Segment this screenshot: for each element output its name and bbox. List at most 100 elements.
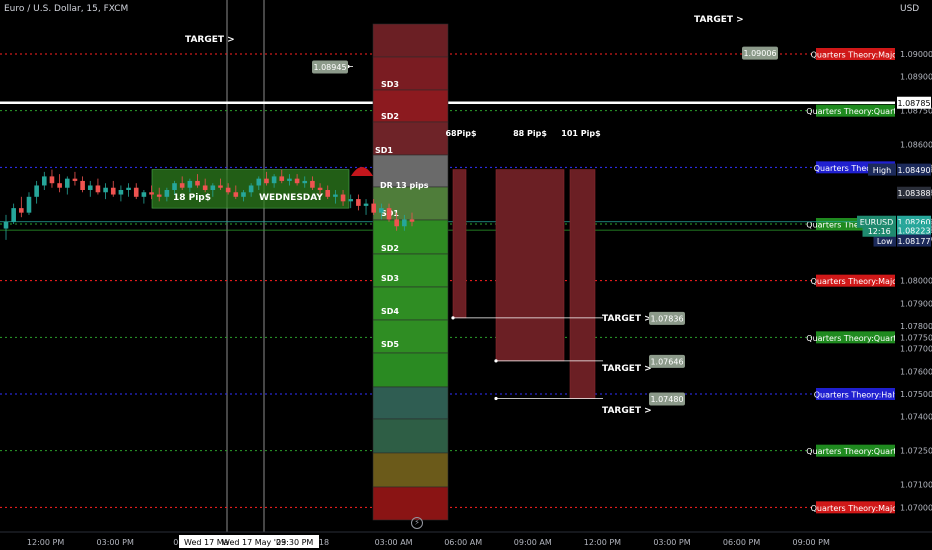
level-label-quarter-text: Quarters Theory:Quarter (806, 107, 905, 116)
candle-body (64, 178, 70, 188)
range-pips-label: 18 Pip$ (173, 193, 211, 203)
candle-body (287, 178, 292, 181)
y-axis-bg (895, 0, 932, 550)
candle-body (172, 183, 177, 190)
x-axis-tick: 12:00 PM (27, 538, 64, 547)
side-label-text: High (873, 166, 891, 175)
x-axis-tick: 12:00 PM (584, 538, 621, 547)
pip-box (495, 169, 565, 362)
target-label: TARGET > (602, 364, 652, 374)
level-label-major-text: Quarters Theory:Major (811, 277, 901, 286)
x-axis-tick: 03:00 PM (97, 538, 134, 547)
candle-body (179, 183, 185, 188)
candle-body (225, 187, 231, 193)
axis-price-label-text: 1.08490 (897, 166, 930, 175)
candle-body (333, 194, 338, 197)
y-axis-tick: 1.07500 (900, 390, 932, 399)
axis-price-label-text: 1.08785 (897, 99, 930, 108)
sd-label: SD3 (381, 274, 399, 283)
y-axis-tick: 1.07100 (900, 481, 932, 490)
sd-zone-band (372, 352, 449, 388)
x-axis-tick: 06:00 AM (444, 538, 482, 547)
candle-body (356, 199, 361, 206)
target-label: TARGET > (602, 406, 652, 416)
y-axis-tick: 1.07800 (900, 322, 932, 331)
x-axis-tick: 03:00 AM (375, 538, 413, 547)
target-label: TARGET > (694, 15, 744, 25)
level-label-major-text: Quarters Theory:Major (811, 504, 901, 513)
candle-body (103, 187, 108, 193)
sd-zone-band (372, 386, 449, 420)
candle-body (256, 178, 262, 186)
pip-box-label: 68Pip$ (445, 129, 476, 138)
candle-body (363, 203, 369, 206)
candle-body (149, 192, 154, 195)
candle-body (195, 180, 200, 186)
target-dot (494, 396, 498, 401)
candle-body (402, 219, 407, 227)
x-axis-tick: 09:00 AM (514, 538, 552, 547)
y-axis-tick: 1.08900 (900, 73, 932, 82)
y-axis-tick: 1.07600 (900, 367, 932, 376)
candle-body (218, 185, 223, 188)
level-label-major-text: Quarters Theory:Major (811, 51, 901, 60)
sd-label: SD3 (381, 80, 399, 89)
candle-body (126, 187, 131, 190)
target-dot (494, 359, 498, 363)
candle-body (279, 176, 285, 181)
candle-body (80, 180, 85, 190)
candle-body (34, 185, 39, 197)
candle-body (271, 176, 277, 184)
candle-body (141, 192, 147, 197)
sd-zone-band (372, 23, 449, 58)
candle-body (379, 208, 384, 213)
candle-body (317, 187, 323, 190)
candle-body (57, 183, 62, 188)
candle-body (133, 187, 139, 197)
x-axis-tick: 18 (319, 538, 329, 547)
level-label-quarter-text: Quarters Theory:Quarter (806, 334, 905, 343)
target-price-text: 1.08945 (313, 63, 346, 72)
candle-body (42, 176, 47, 186)
candle-body (248, 185, 254, 193)
y-axis-tick: 1.08600 (900, 141, 932, 150)
candle-body (325, 190, 331, 197)
pip-box (569, 169, 596, 399)
target-price-text: 1.09006 (743, 49, 776, 58)
range-day-label: WEDNESDAY (259, 193, 323, 203)
candle-body (210, 185, 216, 190)
dr-label: DR 13 pips (380, 181, 429, 190)
cursor-time-label: 09:30 PM (276, 538, 313, 547)
axis-price-label-text: 1.08223 (897, 227, 930, 236)
candle-body (241, 192, 246, 197)
y-axis-tick: 1.07900 (900, 299, 932, 308)
target-dot (451, 316, 455, 320)
candle-body (87, 185, 93, 190)
pip-box-label: 88 Pip$ (513, 129, 547, 138)
axis-price-label-text: 1.08388 (897, 189, 930, 198)
candle-body (11, 208, 16, 222)
side-label-text: Low (877, 237, 893, 246)
target-label: TARGET > (602, 314, 652, 324)
candle-body (394, 219, 399, 227)
sd-label: SD5 (381, 340, 399, 349)
dome-marker (351, 167, 373, 176)
price-chart[interactable]: Quarters Theory:Major Quarters Theory:Qua… (0, 0, 932, 550)
sd-label: SD1 (375, 146, 393, 155)
candle-body (156, 194, 162, 197)
level-label-quarter-text: Quarters Theory:Quarter (806, 447, 905, 456)
pip-box (452, 169, 467, 319)
currency-label: USD (900, 4, 920, 14)
candle-body (49, 176, 55, 184)
y-axis-tick: 1.07700 (900, 345, 932, 354)
sd-zone-band (372, 452, 449, 488)
candle-body (371, 203, 376, 213)
candle-body (3, 221, 9, 229)
candle-body (72, 178, 78, 181)
candle-body (340, 194, 346, 202)
lightning-icon[interactable]: ⚡ (411, 517, 423, 529)
x-axis-tick: 03:00 PM (653, 538, 690, 547)
candle-body (302, 180, 308, 184)
pip-box-label: 101 Pip$ (561, 129, 601, 138)
y-axis-tick: 1.07250 (900, 447, 932, 456)
